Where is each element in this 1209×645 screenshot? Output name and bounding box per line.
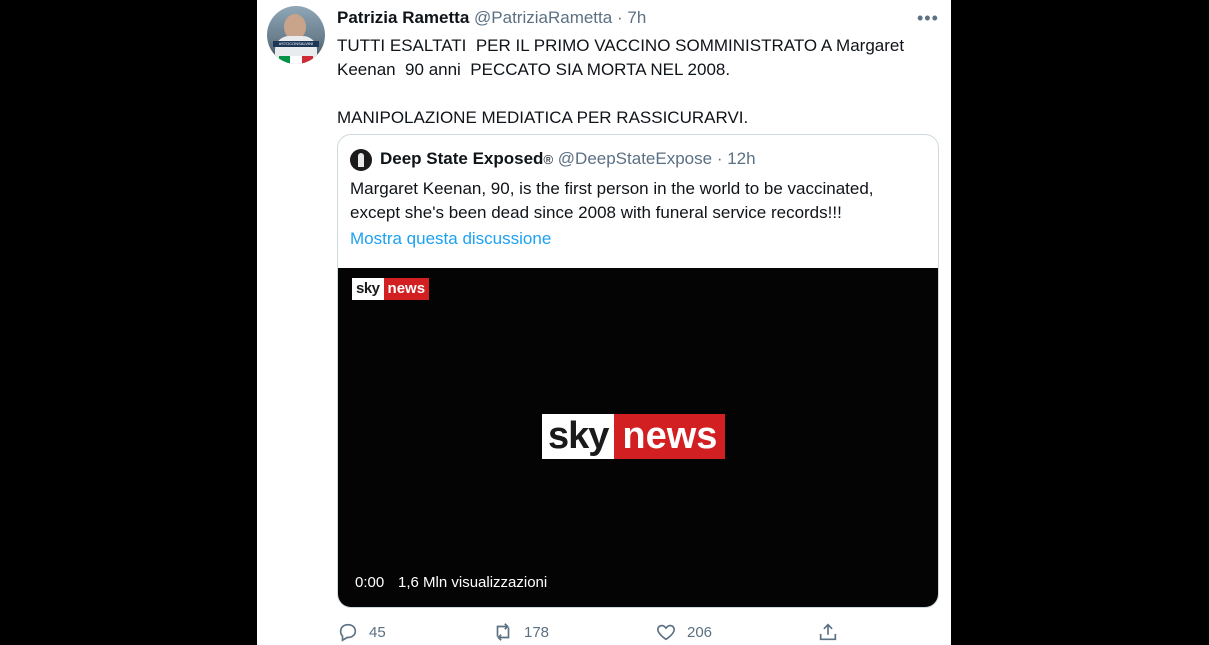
quoted-timestamp: 12h <box>727 149 756 168</box>
tweet-timestamp[interactable]: 7h <box>627 8 646 27</box>
author-handle[interactable]: @PatriziaRametta <box>474 8 612 27</box>
quoted-author-name: Deep State Exposed <box>380 149 544 168</box>
logo-sky-text: sky <box>352 278 384 300</box>
video-current-time: 0:00 <box>355 574 385 591</box>
italian-flag-icon <box>279 56 313 64</box>
tweet-header: Patrizia Rametta @PatriziaRametta · 7h <box>337 8 646 28</box>
logo-news-text: news <box>383 278 430 300</box>
separator-dot: · <box>616 8 623 27</box>
retweet-count: 178 <box>524 623 550 641</box>
sky-news-logo-small: sky news <box>352 278 430 300</box>
quoted-author-avatar <box>350 149 372 171</box>
tweet-card: #STOCONSALVINI Patrizia Rametta @Patrizi… <box>257 0 951 645</box>
quoted-tweet-header: Deep State Exposed® @DeepStateExpose · 1… <box>380 149 756 169</box>
avatar-figure-icon <box>358 153 364 167</box>
avatar-banner: #STOCONSALVINI <box>273 41 319 47</box>
like-count: 206 <box>687 623 713 641</box>
sky-news-logo: sky news <box>542 414 726 459</box>
share-button[interactable] <box>817 620 839 644</box>
share-icon <box>819 623 837 641</box>
retweet-button[interactable]: 178 <box>492 620 549 644</box>
author-name[interactable]: Patrizia Rametta <box>337 8 469 27</box>
heart-icon <box>657 624 675 641</box>
like-button[interactable]: 206 <box>655 620 712 644</box>
tweet-actions: 45 178 206 <box>337 620 937 644</box>
quoted-author-handle: @DeepStateExpose <box>557 149 713 168</box>
retweet-icon <box>496 623 510 641</box>
video-player[interactable]: sky news sky news 0:00 1,6 Mln visualizz… <box>338 268 938 607</box>
reply-count: 45 <box>369 623 386 641</box>
logo-sky-text: sky <box>542 414 615 459</box>
reply-icon <box>339 623 357 642</box>
video-view-count: 1,6 Mln visualizzazioni <box>398 574 548 591</box>
separator-dot: · <box>716 149 723 168</box>
tweet-text: TUTTI ESALTATI PER IL PRIMO VACCINO SOMM… <box>337 36 905 127</box>
quoted-tweet[interactable]: Deep State Exposed® @DeepStateExpose · 1… <box>337 134 939 608</box>
reply-button[interactable]: 45 <box>337 620 386 644</box>
quoted-tweet-text: Margaret Keenan, 90, is the first person… <box>350 179 874 222</box>
more-options-icon[interactable]: ••• <box>917 8 939 29</box>
show-thread-link[interactable]: Mostra questa discussione <box>350 229 551 249</box>
logo-news-text: news <box>614 414 726 459</box>
author-avatar[interactable]: #STOCONSALVINI <box>267 6 325 64</box>
registered-mark: ® <box>543 152 554 167</box>
